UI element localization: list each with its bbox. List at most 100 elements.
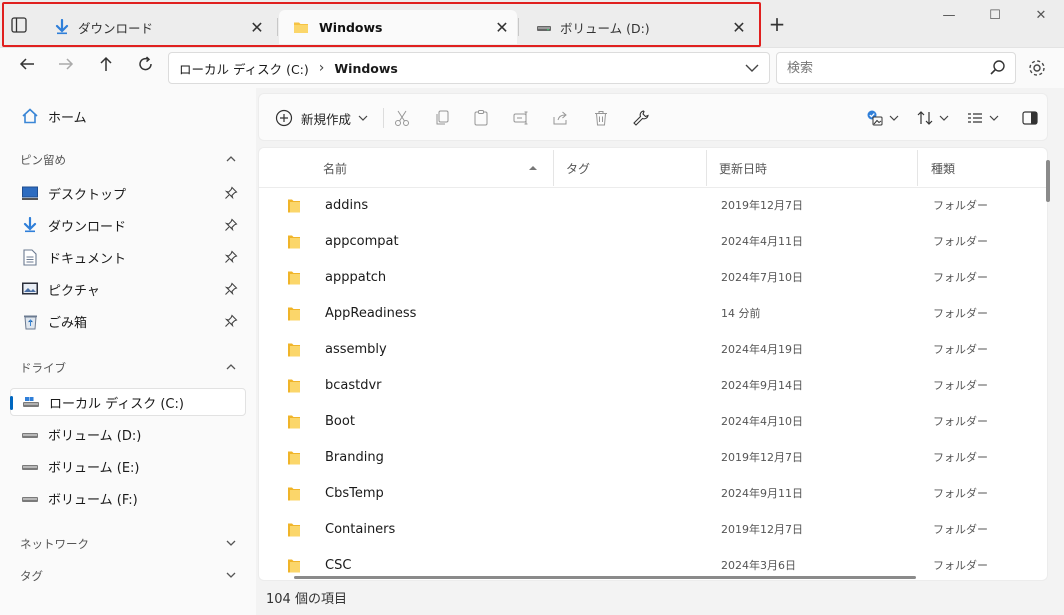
section-header-tags[interactable]: タグ — [20, 565, 246, 587]
chevron-down-icon[interactable] — [224, 568, 238, 585]
table-row[interactable]: AppReadiness 14 分前 フォルダー — [259, 296, 1047, 332]
pin-icon[interactable] — [224, 250, 238, 268]
section-header-pinned[interactable]: ピン留め — [20, 149, 246, 171]
column-divider[interactable] — [706, 150, 707, 186]
pin-icon[interactable] — [224, 218, 238, 236]
properties-button[interactable] — [628, 105, 654, 131]
tab-downloads[interactable]: ダウンロード ✕ — [40, 10, 272, 44]
sidebar-item-label: ホーム — [48, 110, 87, 126]
new-tab-button[interactable]: + — [766, 13, 788, 35]
column-divider[interactable] — [917, 150, 918, 186]
file-modified: 2024年7月10日 — [721, 271, 803, 284]
table-row[interactable]: Boot 2024年4月10日 フォルダー — [259, 404, 1047, 440]
file-type: フォルダー — [933, 271, 988, 284]
chevron-down-icon — [889, 115, 899, 121]
chevron-down-icon — [989, 115, 999, 121]
sidebar-item-home[interactable]: ホーム — [10, 102, 246, 130]
table-row[interactable]: Branding 2019年12月7日 フォルダー — [259, 440, 1047, 476]
file-name: appcompat — [325, 234, 399, 249]
cut-button[interactable] — [389, 105, 415, 131]
column-header-modified[interactable]: 更新日時 — [719, 148, 917, 188]
table-row[interactable]: bcastdvr 2024年9月14日 フォルダー — [259, 368, 1047, 404]
column-header-tag[interactable]: タグ — [566, 148, 706, 188]
tab-label: ダウンロード — [78, 20, 154, 36]
table-row[interactable]: apppatch 2024年7月10日 フォルダー — [259, 260, 1047, 296]
up-button[interactable] — [92, 54, 120, 82]
sort-ascending-icon — [529, 166, 537, 170]
close-icon[interactable]: ✕ — [242, 18, 272, 37]
select-options-button[interactable] — [863, 105, 903, 131]
sidebar-item-pictures[interactable]: ピクチャ — [10, 275, 246, 303]
sidebar-item-local-disk-c[interactable]: ローカル ディスク (C:) — [10, 388, 246, 416]
paste-button[interactable] — [468, 105, 494, 131]
section-title: ネットワーク — [20, 537, 89, 551]
share-button[interactable] — [548, 105, 574, 131]
breadcrumb-item-current[interactable]: Windows — [334, 61, 398, 76]
file-name: bcastdvr — [325, 378, 382, 393]
vertical-scrollbar[interactable] — [1046, 160, 1050, 202]
rename-icon — [513, 111, 528, 125]
table-row[interactable]: CbsTemp 2024年9月11日 フォルダー — [259, 476, 1047, 512]
breadcrumb-item[interactable]: ローカル ディスク (C:) — [179, 59, 309, 78]
table-row[interactable]: appcompat 2024年4月11日 フォルダー — [259, 224, 1047, 260]
command-bar: 新規作成 — [258, 93, 1048, 141]
copy-button[interactable] — [429, 105, 455, 131]
chevron-down-icon[interactable] — [743, 59, 761, 81]
sidebar-item-recycle-bin[interactable]: ごみ箱 — [10, 307, 246, 335]
table-row[interactable]: assembly 2024年4月19日 フォルダー — [259, 332, 1047, 368]
sidebar-item-label: デスクトップ — [48, 187, 127, 203]
tab-actions-icon[interactable] — [8, 14, 30, 36]
gear-icon[interactable] — [1026, 57, 1048, 79]
table-row[interactable]: addins 2019年12月7日 フォルダー — [259, 188, 1047, 224]
sort-button[interactable] — [913, 105, 953, 131]
chevron-up-icon[interactable] — [224, 360, 238, 377]
file-type: フォルダー — [933, 487, 988, 500]
drive-icon — [20, 457, 40, 475]
sidebar-item-desktop[interactable]: デスクトップ — [10, 179, 246, 207]
sidebar-item-documents[interactable]: ドキュメント — [10, 243, 246, 271]
maximize-button[interactable]: ☐ — [972, 4, 1018, 28]
sidebar: ホーム ピン留め デスクトップ ダウンロード ドキュメント ピクチャ ごみ箱 ド… — [0, 88, 256, 615]
sidebar-item-volume-d[interactable]: ボリューム (D:) — [10, 420, 246, 448]
folder-icon — [287, 486, 301, 506]
close-window-button[interactable]: ✕ — [1018, 4, 1064, 28]
sidebar-item-volume-f[interactable]: ボリューム (F:) — [10, 484, 246, 512]
new-button[interactable]: 新規作成 — [273, 105, 371, 131]
chevron-up-icon[interactable] — [224, 152, 238, 169]
folder-icon — [287, 558, 301, 578]
details-pane-button[interactable] — [1017, 105, 1043, 131]
horizontal-scrollbar[interactable] — [294, 576, 916, 579]
refresh-button[interactable] — [132, 54, 160, 82]
pin-icon[interactable] — [224, 314, 238, 332]
tab-windows[interactable]: Windows ✕ — [279, 10, 517, 44]
search-icon[interactable] — [989, 59, 1007, 81]
section-header-drives[interactable]: ドライブ — [20, 357, 246, 379]
arrow-left-icon — [19, 58, 34, 70]
search-box[interactable] — [776, 52, 1016, 84]
table-row[interactable]: Containers 2019年12月7日 フォルダー — [259, 512, 1047, 548]
rename-button[interactable] — [508, 105, 534, 131]
file-name: Containers — [325, 522, 396, 537]
column-divider[interactable] — [553, 150, 554, 186]
column-header-name[interactable]: 名前 — [323, 148, 553, 188]
minimize-button[interactable]: — — [926, 4, 972, 28]
sidebar-item-volume-e[interactable]: ボリューム (E:) — [10, 452, 246, 480]
column-header-type[interactable]: 種類 — [931, 148, 1041, 188]
back-button[interactable] — [13, 54, 41, 82]
sidebar-item-downloads[interactable]: ダウンロード — [10, 211, 246, 239]
close-icon[interactable]: ✕ — [724, 18, 754, 37]
trash-icon — [595, 111, 607, 126]
chevron-down-icon — [939, 115, 949, 121]
tab-volume-d[interactable]: ボリューム (D:) ✕ — [522, 10, 754, 44]
search-input[interactable] — [777, 53, 977, 83]
folder-icon — [287, 198, 301, 218]
section-header-network[interactable]: ネットワーク — [20, 533, 246, 555]
view-button[interactable] — [963, 105, 1003, 131]
close-icon[interactable]: ✕ — [487, 18, 517, 37]
chevron-down-icon[interactable] — [224, 536, 238, 553]
forward-button[interactable] — [52, 54, 80, 82]
pin-icon[interactable] — [224, 186, 238, 204]
pin-icon[interactable] — [224, 282, 238, 300]
delete-button[interactable] — [588, 105, 614, 131]
address-bar[interactable]: ローカル ディスク (C:) › Windows — [168, 52, 770, 84]
